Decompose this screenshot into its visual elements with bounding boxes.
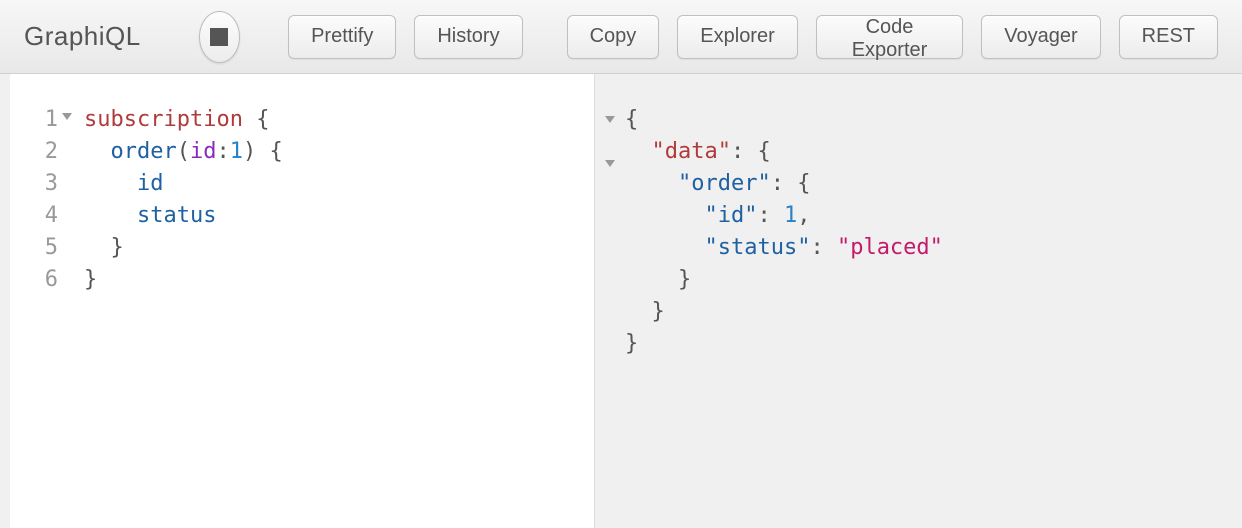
line-gutter: 123456 — [10, 104, 66, 528]
rest-button[interactable]: REST — [1119, 15, 1218, 59]
query-code[interactable]: subscription { order(id:1) { id status }… — [66, 104, 580, 528]
history-button[interactable]: History — [414, 15, 522, 59]
app-title: GraphiQL — [24, 21, 141, 52]
code-exporter-button[interactable]: Code Exporter — [816, 15, 964, 59]
query-editor[interactable]: 123456 subscription { order(id:1) { id s… — [10, 74, 595, 528]
copy-button[interactable]: Copy — [567, 15, 660, 59]
scrollbar[interactable] — [580, 104, 594, 528]
voyager-button[interactable]: Voyager — [981, 15, 1100, 59]
toolbar: GraphiQL Prettify History Copy Explorer … — [0, 0, 1242, 74]
result-gutter — [595, 104, 625, 528]
prettify-button[interactable]: Prettify — [288, 15, 396, 59]
stop-icon — [210, 28, 228, 46]
result-code: { "data": { "order": { "id": 1, "status"… — [625, 104, 1242, 528]
explorer-button[interactable]: Explorer — [677, 15, 797, 59]
editor-split: 123456 subscription { order(id:1) { id s… — [0, 74, 1242, 528]
result-viewer: { "data": { "order": { "id": 1, "status"… — [595, 74, 1242, 528]
execute-button[interactable] — [199, 11, 240, 63]
